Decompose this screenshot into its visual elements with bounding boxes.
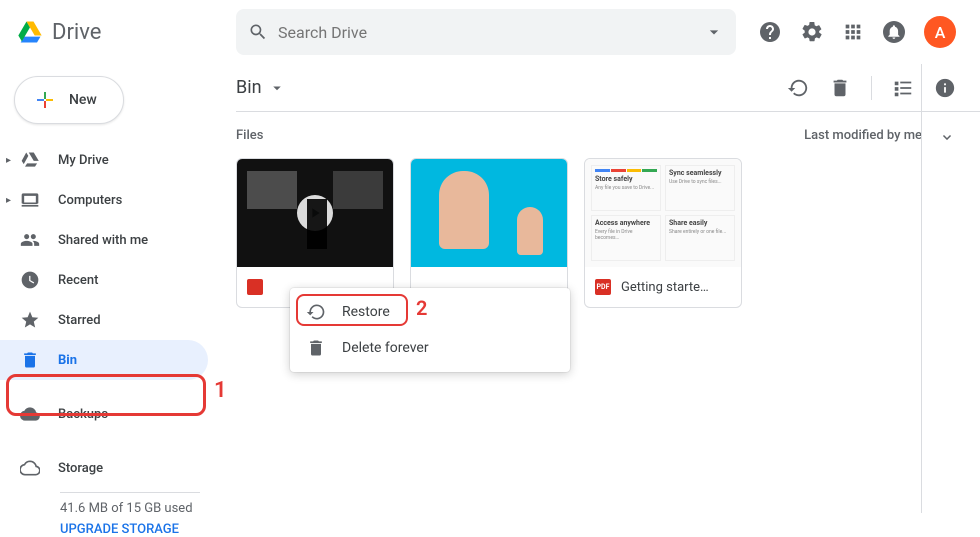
delete-forever-menu-item[interactable]: Delete forever xyxy=(290,330,570,366)
sidebar-item-shared[interactable]: Shared with me xyxy=(0,220,208,260)
context-menu: Restore Delete forever xyxy=(290,288,570,372)
file-name: Getting starte… xyxy=(621,280,709,295)
sort-control[interactable]: Last modified by me xyxy=(804,126,980,144)
dropdown-icon[interactable] xyxy=(704,22,724,42)
drive-small-icon xyxy=(20,150,40,170)
trash-icon xyxy=(306,338,326,358)
video-file-icon xyxy=(247,279,263,295)
header: Drive A xyxy=(0,0,980,64)
drive-icon xyxy=(16,18,44,46)
sidebar: New ▸ My Drive ▸ Computers Shared with m… xyxy=(0,64,220,513)
header-actions: A xyxy=(758,16,964,48)
cloud-icon xyxy=(20,404,40,424)
file-grid: Store safelyAny file you save to Drive..… xyxy=(236,158,980,308)
file-thumbnail xyxy=(237,159,393,267)
sidebar-item-starred[interactable]: Starred xyxy=(0,300,208,340)
search-icon xyxy=(248,22,268,42)
sidebar-item-my-drive[interactable]: ▸ My Drive xyxy=(0,140,208,180)
file-thumbnail: Store safelyAny file you save to Drive..… xyxy=(585,159,741,267)
file-thumbnail xyxy=(411,159,567,267)
section-label: Files xyxy=(236,128,263,143)
upgrade-storage-link[interactable]: UPGRADE STORAGE xyxy=(60,522,200,537)
restore-icon xyxy=(306,302,326,322)
view-toggle-button[interactable] xyxy=(892,77,914,99)
storage-used-text: 41.6 MB of 15 GB used xyxy=(60,501,200,516)
sidebar-item-backups[interactable]: Backups xyxy=(0,394,208,434)
location-dropdown[interactable]: Bin xyxy=(236,77,286,98)
search-bar[interactable] xyxy=(236,9,736,55)
chevron-down-icon xyxy=(268,79,286,97)
sidebar-item-storage[interactable]: Storage xyxy=(0,448,208,488)
restore-toolbar-button[interactable] xyxy=(787,77,809,99)
search-input[interactable] xyxy=(278,23,704,42)
delete-toolbar-button[interactable] xyxy=(829,77,851,99)
file-card[interactable]: Store safelyAny file you save to Drive..… xyxy=(584,158,742,308)
pdf-file-icon: PDF xyxy=(595,279,611,295)
computer-icon xyxy=(20,190,40,210)
arrow-down-icon xyxy=(938,126,956,144)
people-icon xyxy=(20,230,40,250)
sidebar-item-recent[interactable]: Recent xyxy=(0,260,208,300)
clock-icon xyxy=(20,270,40,290)
drive-logo[interactable]: Drive xyxy=(16,18,236,46)
annotation-number-1: 1 xyxy=(214,378,227,403)
annotation-number-2: 2 xyxy=(416,296,427,320)
cloud-outline-icon xyxy=(20,458,40,478)
account-avatar[interactable]: A xyxy=(924,16,956,48)
sidebar-item-computers[interactable]: ▸ Computers xyxy=(0,180,208,220)
help-button[interactable] xyxy=(758,20,782,44)
file-card[interactable] xyxy=(410,158,568,308)
star-icon xyxy=(20,310,40,330)
app-name: Drive xyxy=(52,20,101,45)
details-button[interactable] xyxy=(934,77,956,99)
trash-icon xyxy=(20,350,40,370)
divider xyxy=(921,64,922,513)
toolbar: Bin xyxy=(236,64,980,112)
file-card[interactable] xyxy=(236,158,394,308)
new-button-label: New xyxy=(69,92,97,108)
sidebar-item-bin[interactable]: Bin xyxy=(0,340,208,380)
apps-button[interactable] xyxy=(842,21,864,43)
restore-menu-item[interactable]: Restore xyxy=(290,294,570,330)
settings-button[interactable] xyxy=(800,20,824,44)
content-header: Files Last modified by me xyxy=(236,112,980,158)
new-button[interactable]: New xyxy=(14,76,124,124)
plus-icon xyxy=(33,88,57,112)
notifications-button[interactable] xyxy=(882,20,906,44)
